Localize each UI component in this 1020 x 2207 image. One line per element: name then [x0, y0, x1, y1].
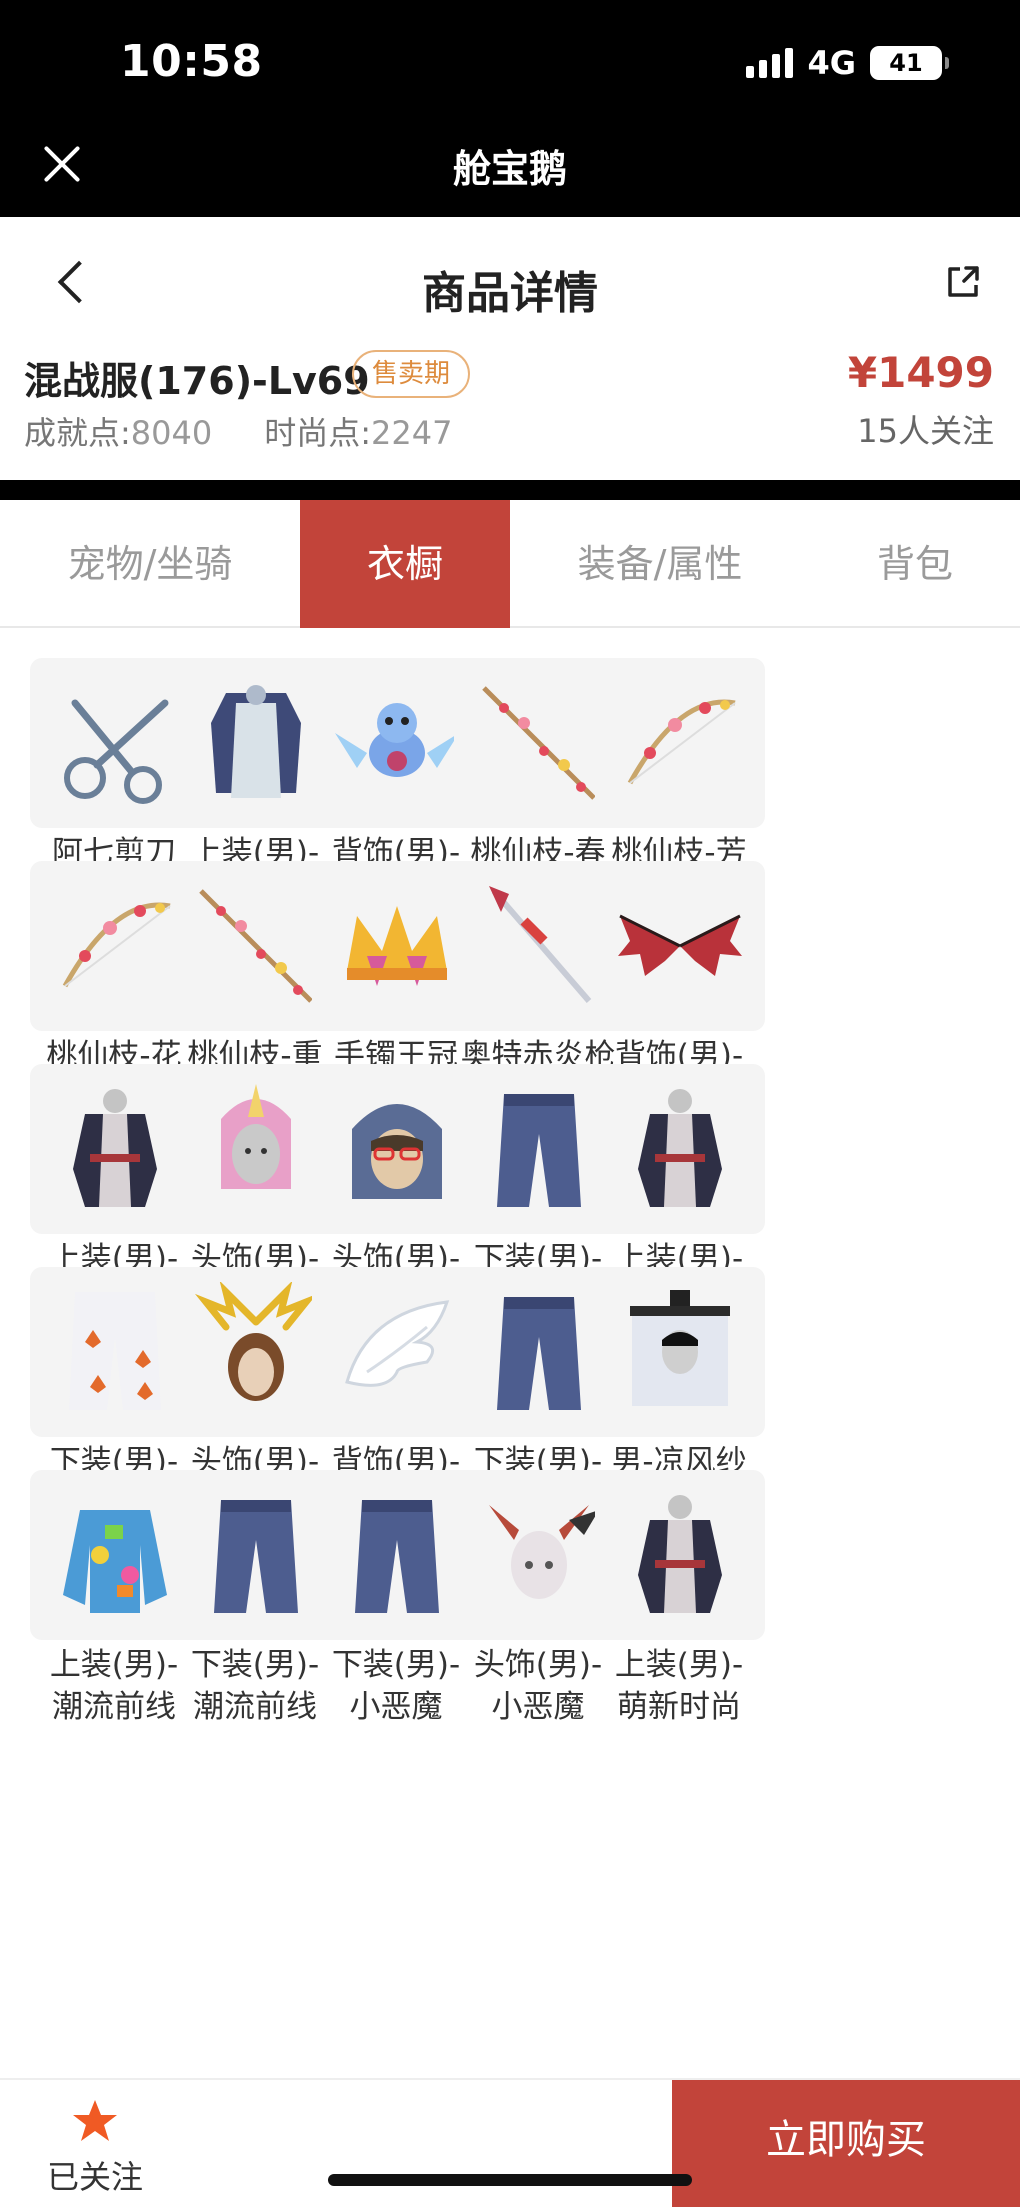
star-icon [73, 2100, 117, 2141]
battery-icon: 41 [870, 46, 949, 80]
wardrobe-item[interactable]: 上装(男)- 萌新时尚 [589, 1470, 769, 1755]
item-name-line: 萌新时尚 [617, 1689, 741, 1725]
page-title: 商品详情 [422, 268, 598, 319]
buy-now-button[interactable]: 立即购买 [672, 2080, 1020, 2207]
achievement-points: 成就点:8040 [24, 414, 213, 452]
robe-icon [595, 1470, 765, 1640]
bat-wings-icon [595, 861, 765, 1031]
app-header: 舱宝鹅 [0, 122, 1020, 217]
divider [0, 480, 1020, 500]
product-info: 混战服(176)-Lv69 售卖期 ¥1499 成就点:8040 时尚点:224… [0, 340, 1020, 480]
home-indicator [328, 2174, 692, 2186]
status-badge: 售卖期 [352, 350, 471, 398]
robe-icon [595, 1064, 765, 1234]
category-tabs: 宠物/坐骑 衣橱 装备/属性 背包 [0, 500, 1020, 628]
signal-icon [746, 48, 794, 78]
product-name: 混战服(176)-Lv69 [24, 359, 370, 403]
bottom-bar: 已关注 立即购买 [0, 2078, 1020, 2207]
status-bar: 10:58 4G 41 [0, 0, 1020, 122]
price: ¥1499 [847, 348, 994, 397]
fashion-points: 时尚点:2247 [264, 414, 453, 452]
network-type: 4G [807, 44, 856, 82]
follow-label: 已关注 [46, 2158, 143, 2196]
status-indicators: 4G 41 [746, 44, 949, 82]
tab-equipment-attributes[interactable]: 装备/属性 [510, 500, 810, 628]
tab-pets-mounts[interactable]: 宠物/坐骑 [0, 500, 300, 628]
product-stats: 成就点:8040 时尚点:2247 [24, 408, 452, 454]
blossom-bow-icon [595, 658, 765, 828]
item-name: 上装(男)- 萌新时尚 [585, 1644, 773, 1728]
app-title: 舱宝鹅 [452, 147, 567, 191]
nav-bar: 商品详情 [0, 217, 1020, 347]
follow-button[interactable]: 已关注 [30, 2098, 160, 2198]
tab-wardrobe[interactable]: 衣橱 [300, 500, 510, 628]
tab-backpack[interactable]: 背包 [810, 500, 1020, 628]
item-name-line: 上装(男)- [614, 1647, 744, 1683]
veil-hat-icon [595, 1267, 765, 1437]
status-time: 10:58 [120, 36, 263, 87]
follower-count: 15人关注 [857, 412, 994, 450]
share-icon[interactable] [944, 263, 982, 301]
